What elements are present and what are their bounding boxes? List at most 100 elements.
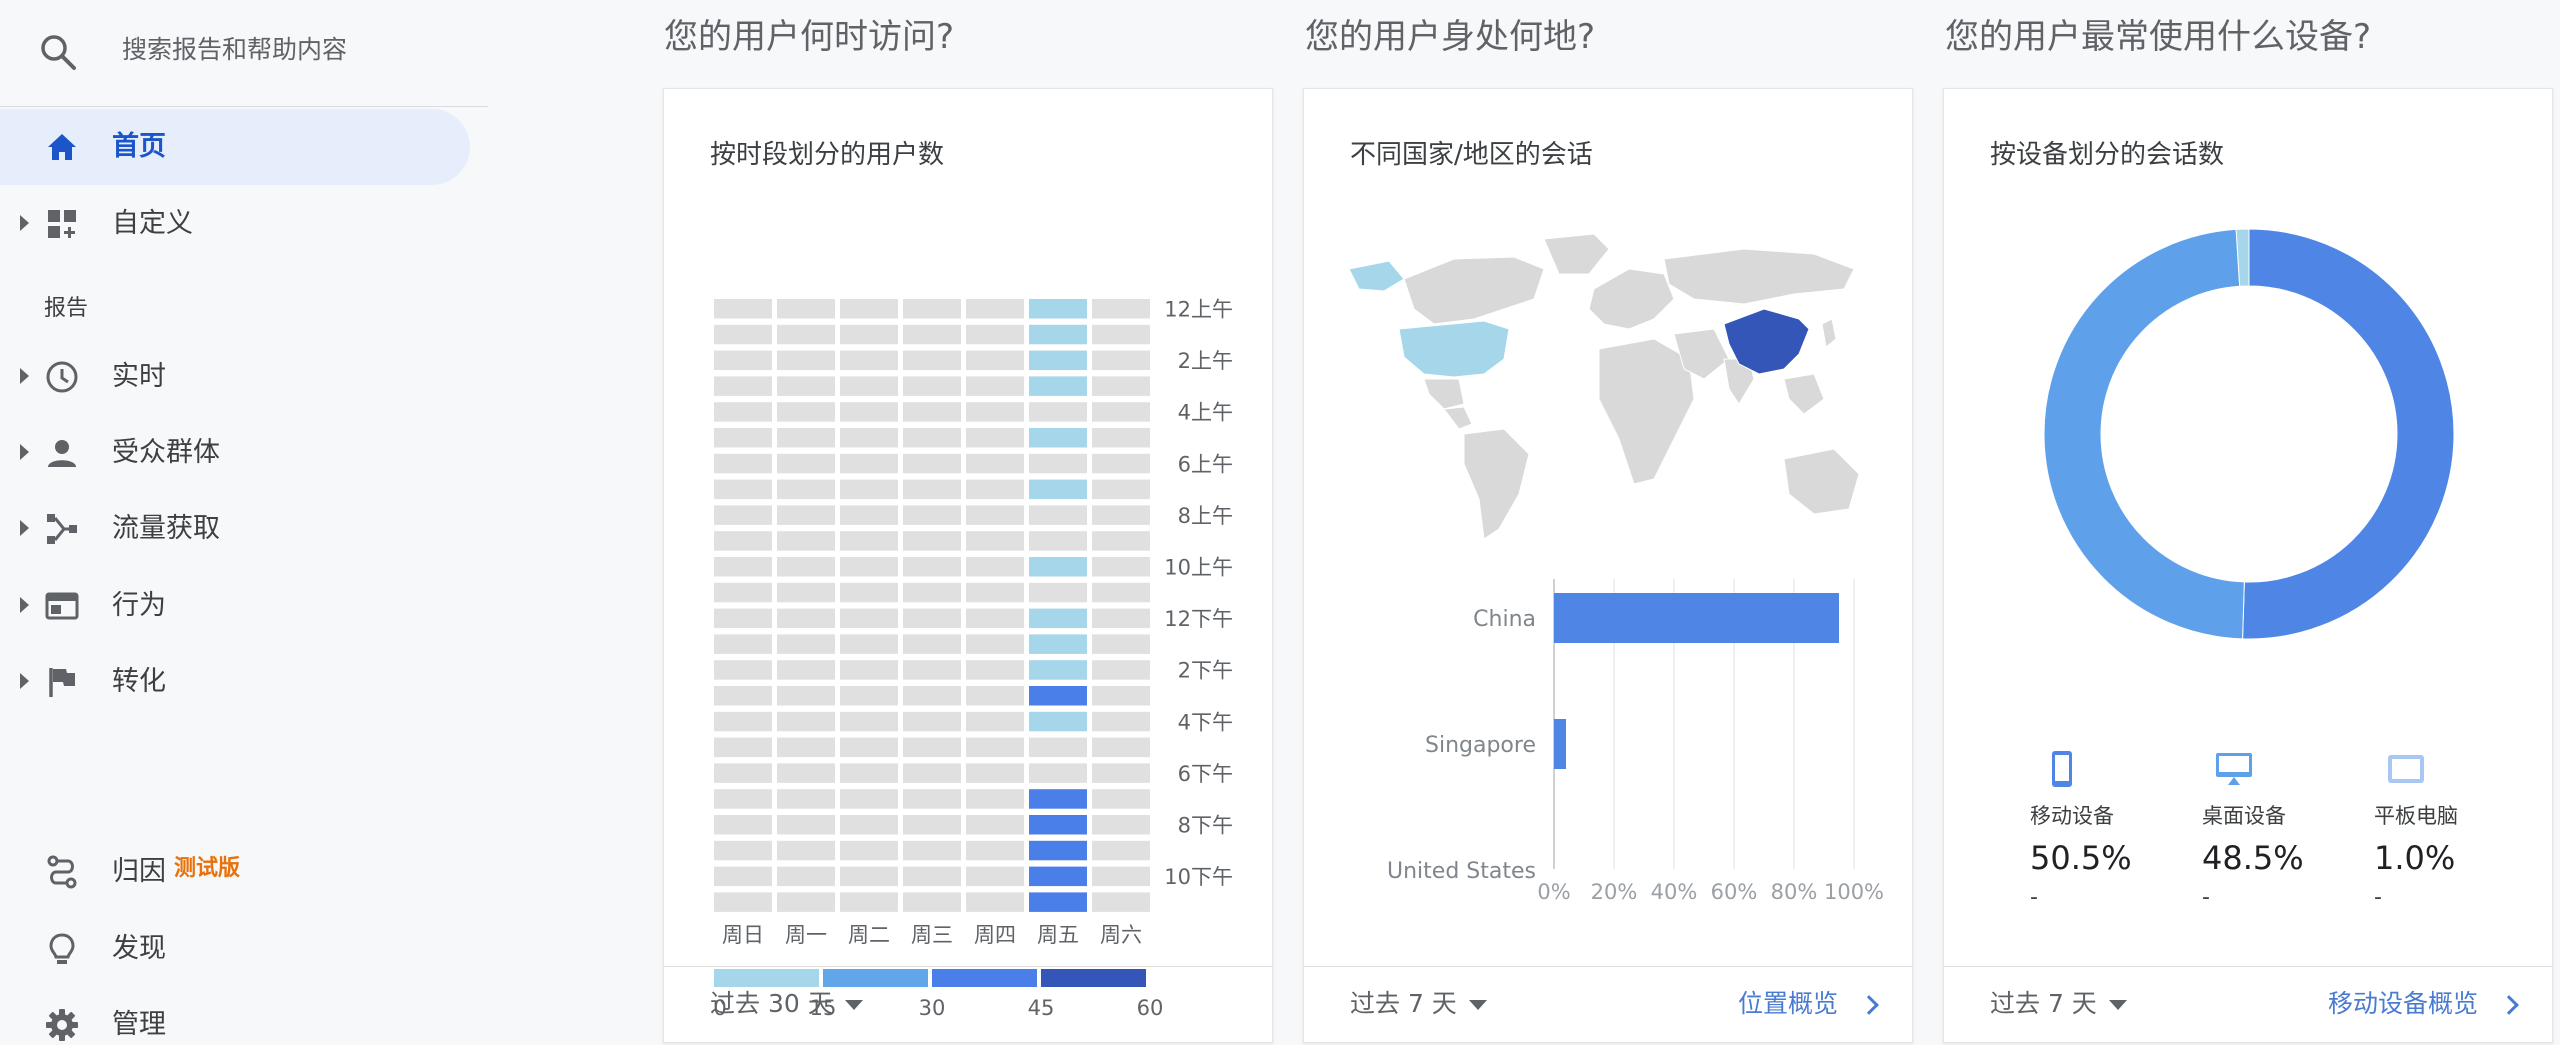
location-overview-link[interactable]: 位置概览 <box>1738 985 1879 1023</box>
heatmap-cell <box>840 324 898 345</box>
heatmap-cell <box>903 453 961 474</box>
heatmap-cell <box>777 840 835 861</box>
heatmap-cell <box>777 324 835 345</box>
heatmap-cell <box>966 428 1024 448</box>
search-bar[interactable]: 搜索报告和帮助内容 <box>0 0 488 107</box>
sidebar-item-audience[interactable]: 受众群体 <box>0 415 470 491</box>
heatmap-cell <box>1092 711 1150 732</box>
heatmap-cell <box>903 376 961 396</box>
search-input[interactable]: 搜索报告和帮助内容 <box>122 32 347 68</box>
heatmap-cell <box>840 505 898 525</box>
heatmap-x-label: 周日 <box>722 923 764 947</box>
heatmap-cell <box>714 453 772 474</box>
mobile-overview-link[interactable]: 移动设备概览 <box>2327 985 2519 1023</box>
heatmap-x-label: 周六 <box>1100 923 1142 947</box>
sidebar-item-label: 归因 <box>112 856 166 887</box>
heatmap-cell <box>903 428 961 448</box>
heatmap-cell <box>777 608 835 629</box>
heatmap-cell <box>1092 299 1150 319</box>
map-japan <box>1821 318 1837 348</box>
heatmap-cell <box>966 324 1024 345</box>
heatmap-cell <box>1029 711 1087 732</box>
heatmap-y-label: 4下午 <box>1178 710 1233 734</box>
sidebar-item-label: 发现 <box>112 933 166 964</box>
heatmap-y-label: 12上午 <box>1164 298 1233 322</box>
heatmap-cell <box>714 299 772 319</box>
heatmap-cell <box>1029 324 1087 345</box>
users-by-time-heatmap[interactable]: 周日 周一 周二 周三 周四 周五 周六 12上午 2上午 4上午 6上午 8上午 10上午 12下午 2下… <box>704 189 1244 1045</box>
sessions-by-device-card: 按设备划分的会话数 移动设备 50.5% - 桌面设备 48.5% - 平板电脑… <box>1943 88 2553 1043</box>
heatmap-cell <box>1092 350 1150 371</box>
date-range-dropdown[interactable]: 过去 30 天 <box>710 985 863 1023</box>
heatmap-cell <box>1029 892 1087 912</box>
sidebar-item-conversions[interactable]: 转化 <box>0 644 470 720</box>
device-value: 1.0% <box>2374 839 2456 877</box>
heatmap-cell <box>840 350 898 371</box>
device-change: - <box>2030 885 2038 910</box>
expand-caret-icon[interactable] <box>20 520 29 536</box>
sidebar: 搜索报告和帮助内容 首页 自定义 报告 实时 受众群体 流量获取 行为 转化 归… <box>0 0 488 1045</box>
heatmap-cell <box>966 711 1024 732</box>
heatmap-cell <box>1092 402 1150 422</box>
sidebar-item-behavior[interactable]: 行为 <box>0 568 470 644</box>
heatmap-cell <box>1029 815 1087 835</box>
map-southeast-asia <box>1783 373 1825 415</box>
date-range-dropdown[interactable]: 过去 7 天 <box>1350 985 1487 1023</box>
sidebar-item-label: 实时 <box>112 361 166 392</box>
sessions-by-country-bar-chart[interactable]: 0% 20% 40% 60% 80% 100% China Singapore United S… <box>1364 569 1884 909</box>
heatmap-cell <box>1092 428 1150 448</box>
heatmap-cell <box>966 505 1024 525</box>
heatmap-cell <box>966 376 1024 396</box>
bar-x-tick-label: 60% <box>1711 880 1758 904</box>
heatmap-cell <box>966 866 1024 887</box>
bar-x-tick-label: 20% <box>1591 880 1638 904</box>
sidebar-item-discover[interactable]: 发现 <box>0 911 470 987</box>
expand-caret-icon[interactable] <box>20 368 29 384</box>
expand-caret-icon[interactable] <box>20 673 29 689</box>
heatmap-cell <box>1029 763 1087 783</box>
heatmap-cell <box>1029 557 1087 577</box>
sessions-by-device-donut[interactable] <box>2034 219 2464 649</box>
sidebar-item-acquisition[interactable]: 流量获取 <box>0 491 470 567</box>
heatmap-cell <box>714 428 772 448</box>
heatmap-cell <box>714 737 772 758</box>
expand-caret-icon[interactable] <box>20 597 29 613</box>
donut-slice <box>2043 228 2245 640</box>
bar-x-tick-label: 0% <box>1537 880 1570 904</box>
expand-caret-icon[interactable] <box>20 444 29 460</box>
link-label: 移动设备概览 <box>2327 989 2478 1018</box>
chevron-right-icon <box>2499 995 2519 1015</box>
heatmap-cell <box>777 892 835 912</box>
heatmap-cell <box>966 815 1024 835</box>
sidebar-item-realtime[interactable]: 实时 <box>0 339 470 415</box>
heatmap-cell <box>966 840 1024 861</box>
heatmap-cell <box>1092 505 1150 525</box>
heatmap-cell <box>840 866 898 887</box>
sidebar-item-customize[interactable]: 自定义 <box>0 186 470 262</box>
sidebar-item-home[interactable]: 首页 <box>0 109 470 185</box>
heatmap-y-label: 6上午 <box>1178 452 1233 476</box>
heatmap-cell <box>1029 737 1087 758</box>
map-mexico <box>1423 378 1465 410</box>
heatmap-cell <box>903 557 961 577</box>
heatmap-cell <box>1092 660 1150 680</box>
tablet-icon <box>2388 755 2424 783</box>
chevron-right-icon <box>1859 995 1879 1015</box>
search-icon[interactable] <box>38 32 78 72</box>
heatmap-cell <box>1029 608 1087 629</box>
heatmap-cell <box>1029 479 1087 500</box>
expand-caret-icon[interactable] <box>20 215 29 231</box>
bar-x-tick-label: 100% <box>1824 880 1884 904</box>
heatmap-cell <box>966 892 1024 912</box>
heatmap-cell <box>1092 479 1150 500</box>
sidebar-item-label: 自定义 <box>112 208 193 239</box>
person-icon <box>48 440 76 467</box>
date-range-dropdown[interactable]: 过去 7 天 <box>1990 985 2127 1023</box>
sessions-by-country-card: 不同国家/地区的会话 0% 20% 40% 60% 80% 100% China Singap… <box>1303 88 1913 1043</box>
sidebar-item-admin[interactable]: 管理 <box>0 987 470 1045</box>
heatmap-cell <box>903 608 961 629</box>
clock-icon <box>46 361 78 393</box>
heatmap-cell <box>714 350 772 371</box>
world-map[interactable] <box>1344 229 1884 549</box>
heatmap-cell <box>840 686 898 706</box>
